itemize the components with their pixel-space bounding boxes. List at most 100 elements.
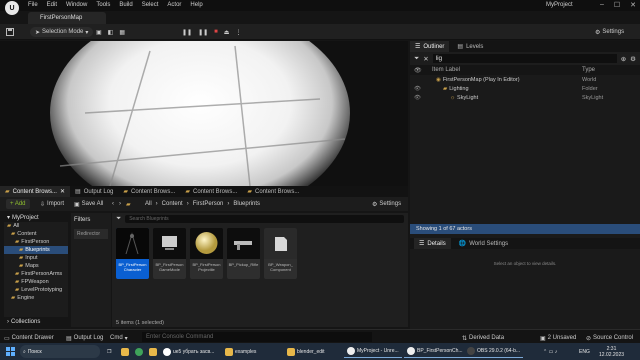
tab-level-map[interactable]: FirstPersonMap [28, 12, 106, 24]
save-all-button[interactable]: ▣ Save All [74, 199, 103, 209]
outliner-search-input[interactable]: lig [432, 54, 617, 63]
taskbar-app-3[interactable]: blender_edit [284, 345, 328, 358]
level-viewport[interactable] [0, 8, 408, 218]
outliner-row[interactable]: ◉ FirstPersonMap (Play In Editor) World [410, 75, 640, 84]
taskbar-app-2[interactable]: examples [222, 345, 259, 358]
eye-icon[interactable]: 👁 [414, 86, 432, 92]
pause-icon[interactable]: ❚❚ [198, 29, 208, 36]
import-button[interactable]: ⇩ Import [40, 199, 64, 209]
eject-icon[interactable]: ⏏ [224, 29, 230, 36]
windows-start-icon[interactable] [3, 345, 18, 358]
menu-build[interactable]: Build [119, 2, 132, 8]
minimize-button[interactable]: – [600, 1, 604, 9]
browser-icon[interactable] [132, 345, 146, 358]
asset-tile[interactable]: BP_Pickup_Rifle [227, 228, 260, 279]
tree-item[interactable]: ▰ Content [4, 230, 68, 238]
forward-icon[interactable]: › [119, 201, 121, 207]
folder-icon[interactable] [146, 345, 160, 358]
maximize-button[interactable]: ☐ [614, 1, 620, 9]
settings-button[interactable]: ⚙ Settings [595, 27, 624, 37]
outliner-row[interactable]: 👁 ☼ SkyLight SkyLight [410, 93, 640, 102]
tree-item[interactable]: ▰ Engine [4, 294, 68, 302]
menu-edit[interactable]: Edit [47, 2, 57, 8]
eye-icon[interactable]: 👁 [414, 95, 432, 101]
filter-icon[interactable]: ⏷ [116, 215, 121, 223]
tab-content-browser-1[interactable]: ▰ Content Brows... ✕ [0, 186, 71, 197]
add-button[interactable]: + Add [6, 199, 30, 209]
asset-tile[interactable]: BP_FirstPerson Projectile [190, 228, 223, 279]
clear-search-icon[interactable]: ✕ [423, 55, 428, 63]
tree-item[interactable]: ▰ Maps [4, 262, 68, 270]
asset-tile[interactable]: BP_FirstPerson Character [116, 228, 149, 279]
save-icon[interactable] [6, 27, 14, 37]
tree-item[interactable]: ▰ FPWeapon [4, 278, 68, 286]
tab-details[interactable]: ☰ Details [414, 238, 451, 249]
unsaved-button[interactable]: ▣ 2 Unsaved [540, 333, 576, 343]
menu-window[interactable]: Window [66, 2, 87, 8]
add-filter-icon[interactable]: ⊕ [621, 55, 626, 63]
source-control-button[interactable]: ⊘ Source Control [586, 333, 633, 343]
col-item-label[interactable]: Item Label [432, 67, 582, 73]
language-indicator[interactable]: ENG [576, 345, 593, 358]
breadcrumb-all[interactable]: All [145, 201, 152, 207]
taskbar-app-1[interactable]: ue5 убрать засв... [160, 345, 217, 358]
pause-icon[interactable]: ❚❚ [182, 29, 192, 36]
close-button[interactable]: ✕ [630, 1, 636, 9]
more-icon[interactable]: ⋮ [235, 29, 241, 36]
task-view-icon[interactable]: ❐ [104, 345, 114, 358]
cmd-dropdown[interactable]: Cmd ▾ [110, 333, 128, 343]
menu-help[interactable]: Help [190, 2, 202, 8]
outliner-row[interactable]: 👁 ▰ Lighting Folder [410, 84, 640, 93]
selection-mode-dropdown[interactable]: ➤ Selection Mode ▾ [30, 27, 94, 37]
gear-icon[interactable]: ⚙ [630, 55, 636, 63]
asset-search-input[interactable]: Search Blueprints [125, 214, 404, 223]
back-icon[interactable]: ‹ [112, 201, 114, 207]
tab-content-browser-4[interactable]: ▰ Content Brows... [242, 186, 304, 197]
content-drawer-button[interactable]: ▭ Content Drawer [4, 333, 54, 343]
breadcrumb-firstperson[interactable]: FirstPerson [193, 201, 224, 207]
tree-item[interactable]: ▰ All [4, 222, 68, 230]
cinematics-icon[interactable]: ▦ [119, 29, 125, 36]
stop-icon[interactable]: ■ [214, 29, 218, 35]
clock[interactable]: 2:31 12.02.2023 [596, 345, 627, 358]
tree-item[interactable]: ▰ Input [4, 254, 68, 262]
menu-file[interactable]: File [28, 2, 38, 8]
folder-icon[interactable]: ▰ [126, 201, 131, 208]
breadcrumb-content[interactable]: Content [162, 201, 183, 207]
tab-levels[interactable]: ▤ Levels [452, 41, 488, 52]
console-input[interactable]: Enter Console Command [142, 332, 372, 342]
cube-add-icon[interactable]: ▣ [96, 29, 102, 36]
menu-actor[interactable]: Actor [167, 2, 181, 8]
tab-output-log[interactable]: ▤ Output Log [70, 186, 118, 197]
taskbar-app-5[interactable]: BP_FirstPersonCh... [404, 345, 466, 358]
filter-chip-redirector[interactable]: Redirector [74, 229, 108, 239]
derived-data-button[interactable]: ⇅ Derived Data [462, 333, 504, 343]
collections-header[interactable]: › Collections [4, 317, 68, 327]
tab-content-browser-3[interactable]: ▰ Content Brows... [180, 186, 242, 197]
blueprint-icon[interactable]: ◧ [108, 29, 114, 36]
tree-item[interactable]: ▰ FirstPerson [4, 238, 68, 246]
close-icon[interactable]: ✕ [60, 188, 65, 195]
asset-tile[interactable]: BP_FirstPerson GameMode [153, 228, 186, 279]
unreal-logo-icon[interactable]: U [5, 1, 19, 15]
taskbar-app-6[interactable]: OBS 29.0.2 (64-b... [464, 345, 524, 358]
col-type[interactable]: Type [582, 67, 595, 73]
output-log-button[interactable]: ▤ Output Log [66, 333, 103, 343]
breadcrumb-blueprints[interactable]: Blueprints [233, 201, 260, 207]
tree-root[interactable]: ▾ MyProject [4, 213, 68, 222]
tray-icons[interactable]: ⌃ ▭ ♪ [540, 345, 560, 358]
file-explorer-icon[interactable] [118, 345, 132, 358]
tab-world-settings[interactable]: 🌐 World Settings [454, 238, 513, 249]
menu-tools[interactable]: Tools [96, 2, 110, 8]
taskbar-app-4[interactable]: MyProject - Unre... [344, 345, 402, 358]
filter-icon[interactable]: ⏷ [414, 55, 419, 63]
tab-outliner[interactable]: ☰ Outliner [410, 41, 450, 52]
tree-item[interactable]: ▰ FirstPersonArms [4, 270, 68, 278]
tab-content-browser-2[interactable]: ▰ Content Brows... [118, 186, 180, 197]
taskbar-search[interactable]: ⌕ Поиск [20, 345, 100, 358]
menu-select[interactable]: Select [142, 2, 159, 8]
tree-item[interactable]: ▰ LevelPrototyping [4, 286, 68, 294]
eye-icon[interactable]: 👁 [414, 67, 432, 74]
asset-tile[interactable]: BP_Weapon_ Component [264, 228, 297, 279]
tree-item[interactable]: ▰ Blueprints [4, 246, 68, 254]
